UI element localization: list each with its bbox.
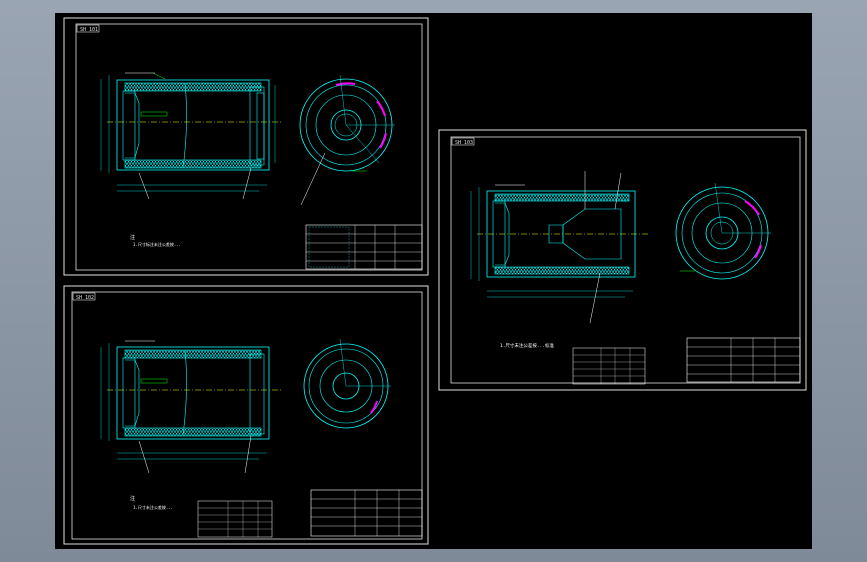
sheet-3-note-line: 1.尺寸未注公差按...标准 [500,342,555,349]
sheet-outer-frame [438,129,807,391]
sheet-2-section-view [100,340,283,474]
sheet-inner-border [75,23,423,271]
sheet-2-parameter-table [197,500,273,538]
sheet-1-section-view [100,72,283,200]
sheet-1-note-title: 注 [130,234,135,241]
sheet-2-note-line: 1.尺寸未注公差按... [133,504,173,510]
sheet-tag: SH 103 [455,140,473,146]
sheet-3-section-view [470,171,650,324]
cad-model-space[interactable]: SH 101 注 1.尺寸标注未注公差按... SH 102 注 1.尺寸未注公… [55,13,812,549]
sheet-3-end-view [675,182,771,280]
sheet-1-title-block [305,224,423,270]
sheet-outer-frame [63,285,429,545]
drawing-canvas[interactable]: SH 101 注 1.尺寸标注未注公差按... SH 102 注 1.尺寸未注公… [55,13,812,549]
sheet-inner-border [71,291,423,540]
sheet-2-title-block [310,489,423,537]
sheet-tag: SH 101 [80,27,98,33]
sheet-3-parameter-table [572,347,646,385]
sheet-2-note-title: 注 [130,495,135,502]
sheet-1-note-line: 1.尺寸标注未注公差按... [133,241,181,247]
sheet-outer-frame [63,17,429,276]
sheet-tag: SH 102 [76,295,94,301]
drawing-sheet-1[interactable]: SH 101 注 1.尺寸标注未注公差按... [63,17,429,276]
sheet-1-end-view [299,74,395,206]
drawing-sheet-3[interactable]: SH 103 1.尺寸未注公差按...标准 [438,129,807,391]
drawing-sheet-2[interactable]: SH 102 注 1.尺寸未注公差按... [63,285,429,545]
sheet-2-end-view [303,338,391,429]
sheet-3-title-block [686,337,801,383]
